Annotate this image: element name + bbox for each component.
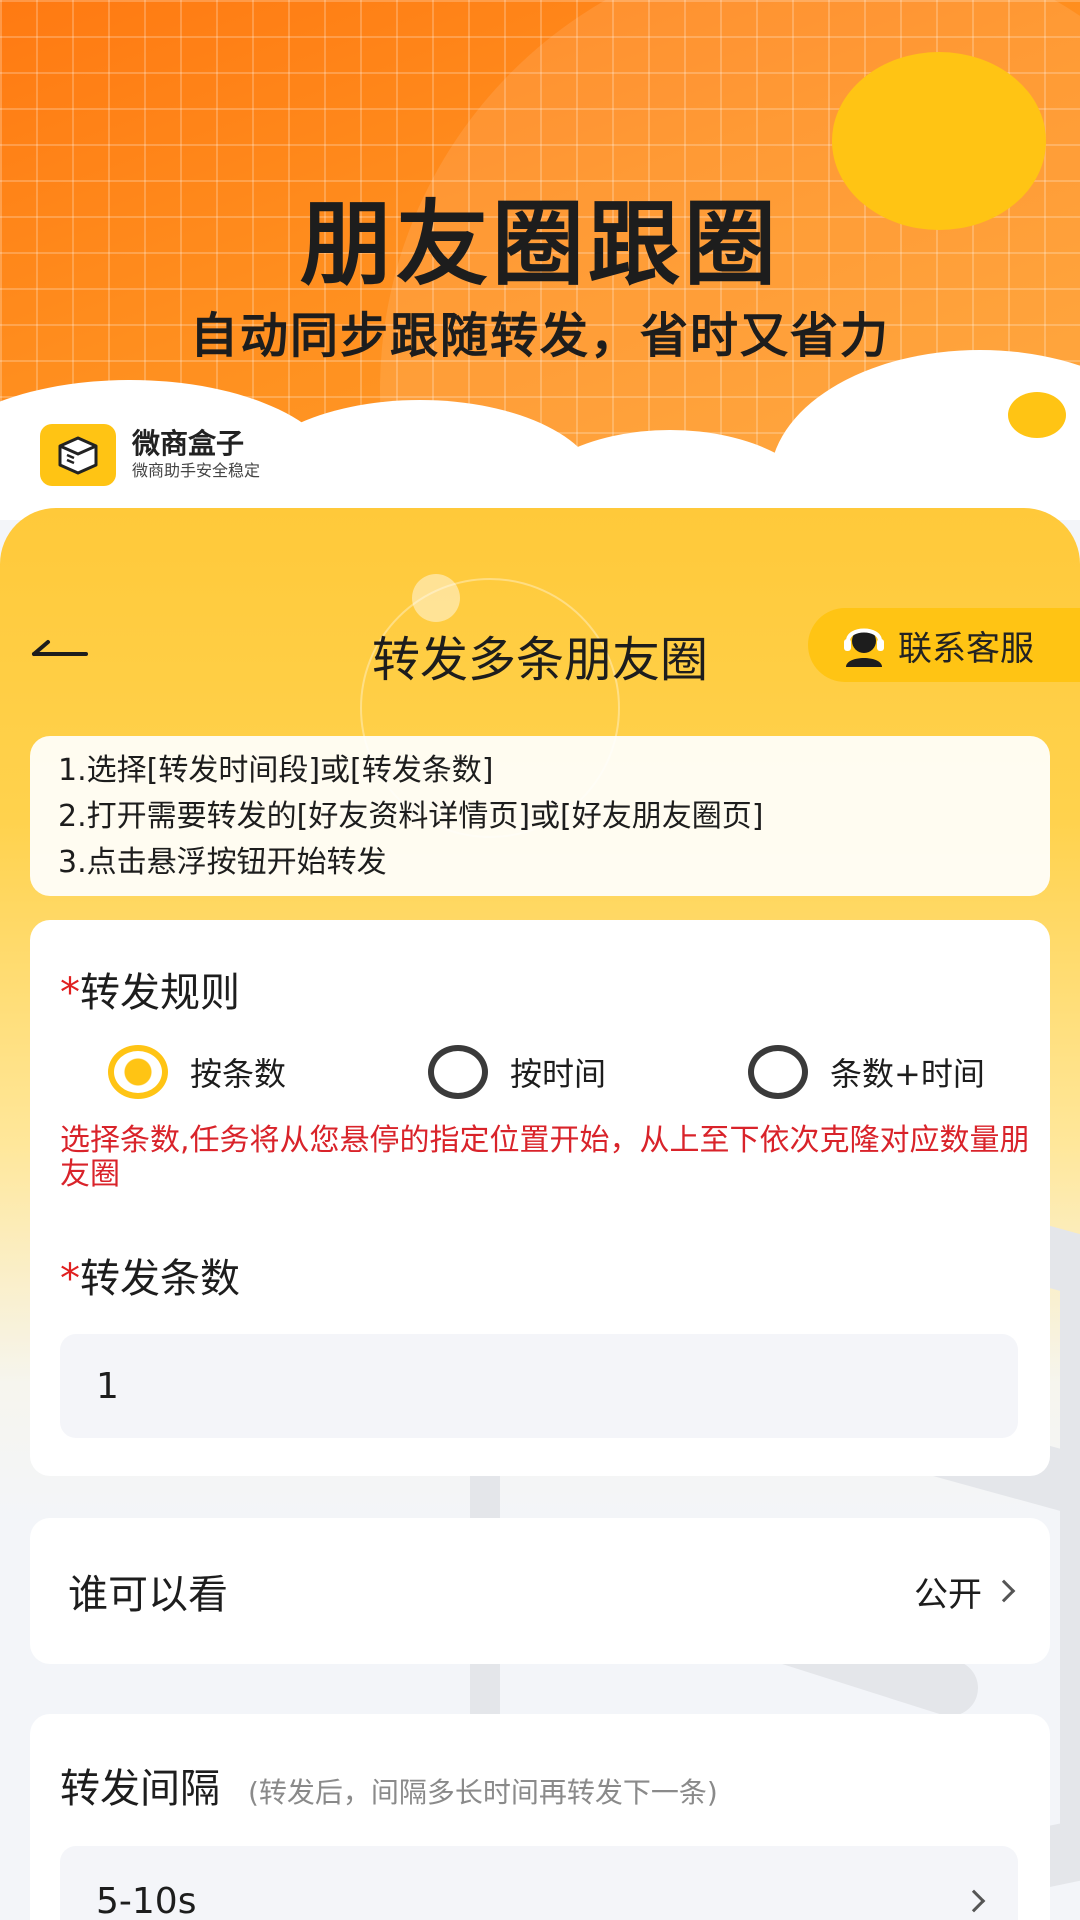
forward-interval-header: 转发间隔 (转发后，间隔多长时间再转发下一条) <box>60 1756 718 1814</box>
radio-checked-indicator <box>108 1045 168 1099</box>
radio-unchecked-indicator <box>748 1045 808 1099</box>
radio-label: 按条数 <box>190 1055 287 1093</box>
banner-title: 朋友圈跟圈 <box>299 191 780 298</box>
forward-rule-card: *转发规则 按条数 按时间 条数+时间 选择条数,任务将从您悬停的指定位置开始，… <box>30 920 1050 1476</box>
required-mark: * <box>60 970 80 1016</box>
required-mark: * <box>60 1256 80 1302</box>
forward-interval-card: 转发间隔 (转发后，间隔多长时间再转发下一条) 5-10s <box>30 1714 1050 1920</box>
radio-by-count[interactable]: 按条数 <box>108 1040 286 1104</box>
contact-support-label: 联系客服 <box>898 628 1034 669</box>
radio-count-plus-time[interactable]: 条数+时间 <box>748 1040 985 1104</box>
box-logo-icon <box>40 424 116 486</box>
forward-interval-hint: (转发后，间隔多长时间再转发下一条) <box>248 1776 718 1809</box>
bubble-decoration <box>412 574 460 622</box>
radio-label: 按时间 <box>510 1055 607 1093</box>
forward-count-title: *转发条数 <box>60 1246 240 1304</box>
rule-radio-group: 按条数 按时间 条数+时间 <box>78 1040 1038 1104</box>
forward-count-input[interactable] <box>60 1334 1018 1438</box>
brand-slogan: 微商助手安全稳定 <box>132 461 261 480</box>
chevron-right-icon <box>992 1579 1016 1603</box>
visibility-row[interactable]: 谁可以看 公开 <box>30 1518 1050 1664</box>
visibility-label: 谁可以看 <box>68 1572 228 1618</box>
forward-interval-select[interactable]: 5-10s <box>60 1846 1018 1920</box>
forward-rule-title: *转发规则 <box>60 960 240 1018</box>
forward-interval-value: 5-10s <box>96 1880 197 1920</box>
customer-service-icon <box>844 628 884 667</box>
instruction-line: 2.打开需要转发的[好友资料详情页]或[好友朋友圈页] <box>58 799 764 834</box>
forward-interval-title: 转发间隔 <box>60 1766 220 1812</box>
contact-support-button[interactable]: 联系客服 <box>808 608 1080 682</box>
instructions-card: 1.选择[转发时间段]或[转发条数] 2.打开需要转发的[好友资料详情页]或[好… <box>30 736 1050 896</box>
small-sun-decoration <box>1008 392 1066 438</box>
chevron-right-icon <box>962 1889 986 1913</box>
brand-name: 微商盒子 <box>132 427 245 460</box>
instruction-line: 3.点击悬浮按钮开始转发 <box>58 845 387 880</box>
main-panel: 转发多条朋友圈 联系客服 1.选择[转发时间段]或[转发条数] 2.打开需要转发… <box>0 508 1080 1920</box>
radio-by-time[interactable]: 按时间 <box>428 1040 606 1104</box>
radio-label: 条数+时间 <box>830 1055 985 1093</box>
visibility-value: 公开 <box>914 1574 982 1615</box>
brand-block: 微商盒子 微商助手安全稳定 <box>40 424 260 486</box>
rule-warning-text: 选择条数,任务将从您悬停的指定位置开始，从上至下依次克隆对应数量朋友圈 <box>60 1123 1030 1192</box>
visibility-value-wrap: 公开 <box>914 1567 1016 1616</box>
radio-unchecked-indicator <box>428 1045 488 1099</box>
forward-rule-label: 转发规则 <box>80 970 240 1016</box>
promo-banner: 朋友圈跟圈 自动同步跟随转发，省时又省力 微商盒子 微商助手安全稳定 <box>0 0 1080 520</box>
instruction-line: 1.选择[转发时间段]或[转发条数] <box>58 753 494 788</box>
forward-count-label: 转发条数 <box>80 1256 240 1302</box>
